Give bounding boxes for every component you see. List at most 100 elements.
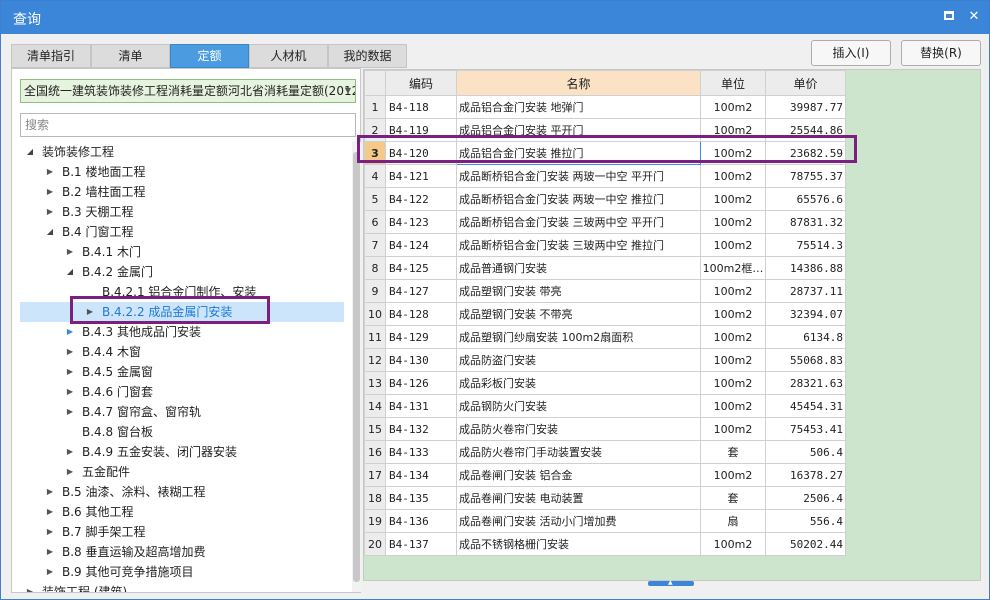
cell-code[interactable]: B4-124 [385, 233, 457, 257]
triangle-right-icon[interactable]: ▶ [44, 542, 56, 562]
cell-price[interactable]: 39987.77 [765, 95, 846, 119]
cell-price[interactable]: 16378.27 [765, 463, 846, 487]
tree-node[interactable]: ▶ B.4.6 门窗套 [20, 382, 344, 402]
table-row[interactable]: 12 B4-130 成品防盗门安装 100m2 55068.83 [364, 348, 846, 372]
tree-node[interactable]: ◢ B.4.2 金属门 [20, 262, 344, 282]
cell-price[interactable]: 45454.31 [765, 394, 846, 418]
cell-code[interactable]: B4-136 [385, 509, 457, 533]
column-header-name[interactable]: 名称 [456, 70, 701, 96]
tree-node[interactable]: ▶ B.2 墙柱面工程 [20, 182, 344, 202]
triangle-right-icon[interactable]: ▶ [64, 362, 76, 382]
cell-code[interactable]: B4-123 [385, 210, 457, 234]
triangle-open-icon[interactable]: ◢ [24, 142, 36, 162]
cell-unit[interactable]: 100m2 [700, 371, 766, 395]
cell-unit[interactable]: 套 [700, 486, 766, 510]
cell-code[interactable]: B4-128 [385, 302, 457, 326]
triangle-right-icon[interactable]: ▶ [64, 322, 76, 342]
column-header-code[interactable]: 编码 [385, 70, 457, 96]
cell-code[interactable]: B4-119 [385, 118, 457, 142]
cell-name[interactable]: 成品铝合金门安装 推拉门 [456, 141, 701, 165]
triangle-right-icon[interactable]: ▶ [44, 182, 56, 202]
table-row[interactable]: 19 B4-136 成品卷闸门安装 活动小门增加费扇 556.4 [364, 509, 846, 533]
cell-code[interactable]: B4-131 [385, 394, 457, 418]
triangle-open-icon[interactable]: ◢ [44, 222, 56, 242]
triangle-right-icon[interactable]: ▶ [84, 302, 96, 322]
cell-unit[interactable]: 100m2 [700, 325, 766, 349]
cell-name[interactable]: 成品不锈钢格栅门安装 [456, 532, 701, 556]
tab-bill-guide[interactable]: 清单指引 [11, 44, 91, 68]
close-icon[interactable]: ✕ [964, 7, 984, 27]
tree-node[interactable]: ▶ B.4.9 五金安装、闭门器安装 [20, 442, 344, 462]
cell-name[interactable]: 成品彩板门安装 [456, 371, 701, 395]
tree-node[interactable]: B.4.2.1 铝合金门制作、安装 [20, 282, 344, 302]
tree-node[interactable]: ▶ B.1 楼地面工程 [20, 162, 344, 182]
cell-name[interactable]: 成品防火卷帘门手动装置安装 [456, 440, 701, 464]
scrollbar-thumb[interactable] [353, 152, 360, 582]
table-row[interactable]: 7 B4-124 成品断桥铝合金门安装 三玻两中空 推拉门 100m2 75514.3 [364, 233, 846, 257]
cell-unit[interactable]: 100m2 [700, 348, 766, 372]
triangle-right-icon[interactable]: ▶ [44, 162, 56, 182]
triangle-right-icon[interactable]: ▶ [64, 442, 76, 462]
cell-price[interactable]: 506.4 [765, 440, 846, 464]
splitter-grip[interactable]: ▲ [648, 579, 694, 586]
search-input[interactable] [20, 113, 356, 137]
tree-scrollbar[interactable] [352, 142, 361, 592]
tree-node[interactable]: ◢ 装饰装修工程 [20, 142, 344, 162]
cell-unit[interactable]: 100m2 [700, 141, 766, 165]
cell-name[interactable]: 成品卷闸门安装 活动小门增加费 [456, 509, 701, 533]
cell-unit[interactable]: 100m2 [700, 164, 766, 188]
triangle-right-icon[interactable]: ▶ [64, 342, 76, 362]
table-row-selected[interactable]: 3 B4-120 成品铝合金门安装 推拉门 100m2 23682.59 [364, 141, 846, 165]
triangle-right-icon[interactable]: ▶ [24, 582, 36, 592]
cell-name[interactable]: 成品防盗门安装 [456, 348, 701, 372]
cell-price[interactable]: 50202.44 [765, 532, 846, 556]
cell-name[interactable]: 成品铝合金门安装 平开门 [456, 118, 701, 142]
cell-code[interactable]: B4-129 [385, 325, 457, 349]
cell-price[interactable]: 28321.63 [765, 371, 846, 395]
cell-name[interactable]: 成品塑钢门安装 不带亮 [456, 302, 701, 326]
cell-code[interactable]: B4-134 [385, 463, 457, 487]
table-row[interactable]: 11 B4-129 成品塑钢门纱扇安装 100m2扇面积 100m2 6134.8 [364, 325, 846, 349]
replace-button[interactable]: 替换(R) [901, 40, 981, 66]
triangle-right-icon[interactable]: ▶ [44, 202, 56, 222]
cell-code[interactable]: B4-126 [385, 371, 457, 395]
triangle-right-icon[interactable]: ▶ [64, 402, 76, 422]
cell-price[interactable]: 55068.83 [765, 348, 846, 372]
tree-node[interactable]: ▶ B.4.3 其他成品门安装 [20, 322, 344, 342]
tree-node[interactable]: ▶ 装饰工程 (建筑) [20, 582, 344, 592]
cell-name[interactable]: 成品防火卷帘门安装 [456, 417, 701, 441]
cell-code[interactable]: B4-118 [385, 95, 457, 119]
tree-node[interactable]: ◢ B.4 门窗工程 [20, 222, 344, 242]
table-row[interactable]: 15 B4-132 成品防火卷帘门安装 100m2 75453.41 [364, 417, 846, 441]
chevron-down-icon[interactable]: ▼ [345, 80, 351, 102]
cell-unit[interactable]: 100m2 [700, 394, 766, 418]
cell-price[interactable]: 25544.86 [765, 118, 846, 142]
cell-code[interactable]: B4-135 [385, 486, 457, 510]
cell-price[interactable]: 556.4 [765, 509, 846, 533]
insert-button[interactable]: 插入(I) [811, 40, 891, 66]
cell-price[interactable]: 2506.4 [765, 486, 846, 510]
quota-library-select[interactable]: 全国统一建筑装饰装修工程消耗量定额河北省消耗量定额(2012) ▼ [20, 79, 356, 103]
cell-unit[interactable]: 100m2 [700, 463, 766, 487]
table-row[interactable]: 9 B4-127 成品塑钢门安装 带亮 100m2 28737.11 [364, 279, 846, 303]
cell-code[interactable]: B4-137 [385, 532, 457, 556]
tree-node[interactable]: ▶ B.4.5 金属窗 [20, 362, 344, 382]
cell-unit[interactable]: 100m2 [700, 95, 766, 119]
cell-code[interactable]: B4-130 [385, 348, 457, 372]
triangle-open-icon[interactable]: ◢ [64, 262, 76, 282]
tree-node[interactable]: ▶ B.4.7 窗帘盒、窗帘轨 [20, 402, 344, 422]
tree-node[interactable]: ▶ B.4.4 木窗 [20, 342, 344, 362]
cell-name[interactable]: 成品铝合金门安装 地弹门 [456, 95, 701, 119]
cell-unit[interactable]: 100m2 [700, 532, 766, 556]
triangle-right-icon[interactable]: ▶ [44, 522, 56, 542]
cell-price[interactable]: 78755.37 [765, 164, 846, 188]
cell-unit[interactable]: 100m2 [700, 417, 766, 441]
cell-price[interactable]: 32394.07 [765, 302, 846, 326]
column-header-unit[interactable]: 单位 [700, 70, 766, 96]
cell-price[interactable]: 6134.8 [765, 325, 846, 349]
cell-code[interactable]: B4-133 [385, 440, 457, 464]
cell-unit[interactable]: 100m2 [700, 210, 766, 234]
table-row[interactable]: 4 B4-121 成品断桥铝合金门安装 两玻一中空 平开门 100m2 78755.37 [364, 164, 846, 188]
maximize-icon[interactable] [939, 7, 959, 27]
cell-name[interactable]: 成品塑钢门安装 带亮 [456, 279, 701, 303]
